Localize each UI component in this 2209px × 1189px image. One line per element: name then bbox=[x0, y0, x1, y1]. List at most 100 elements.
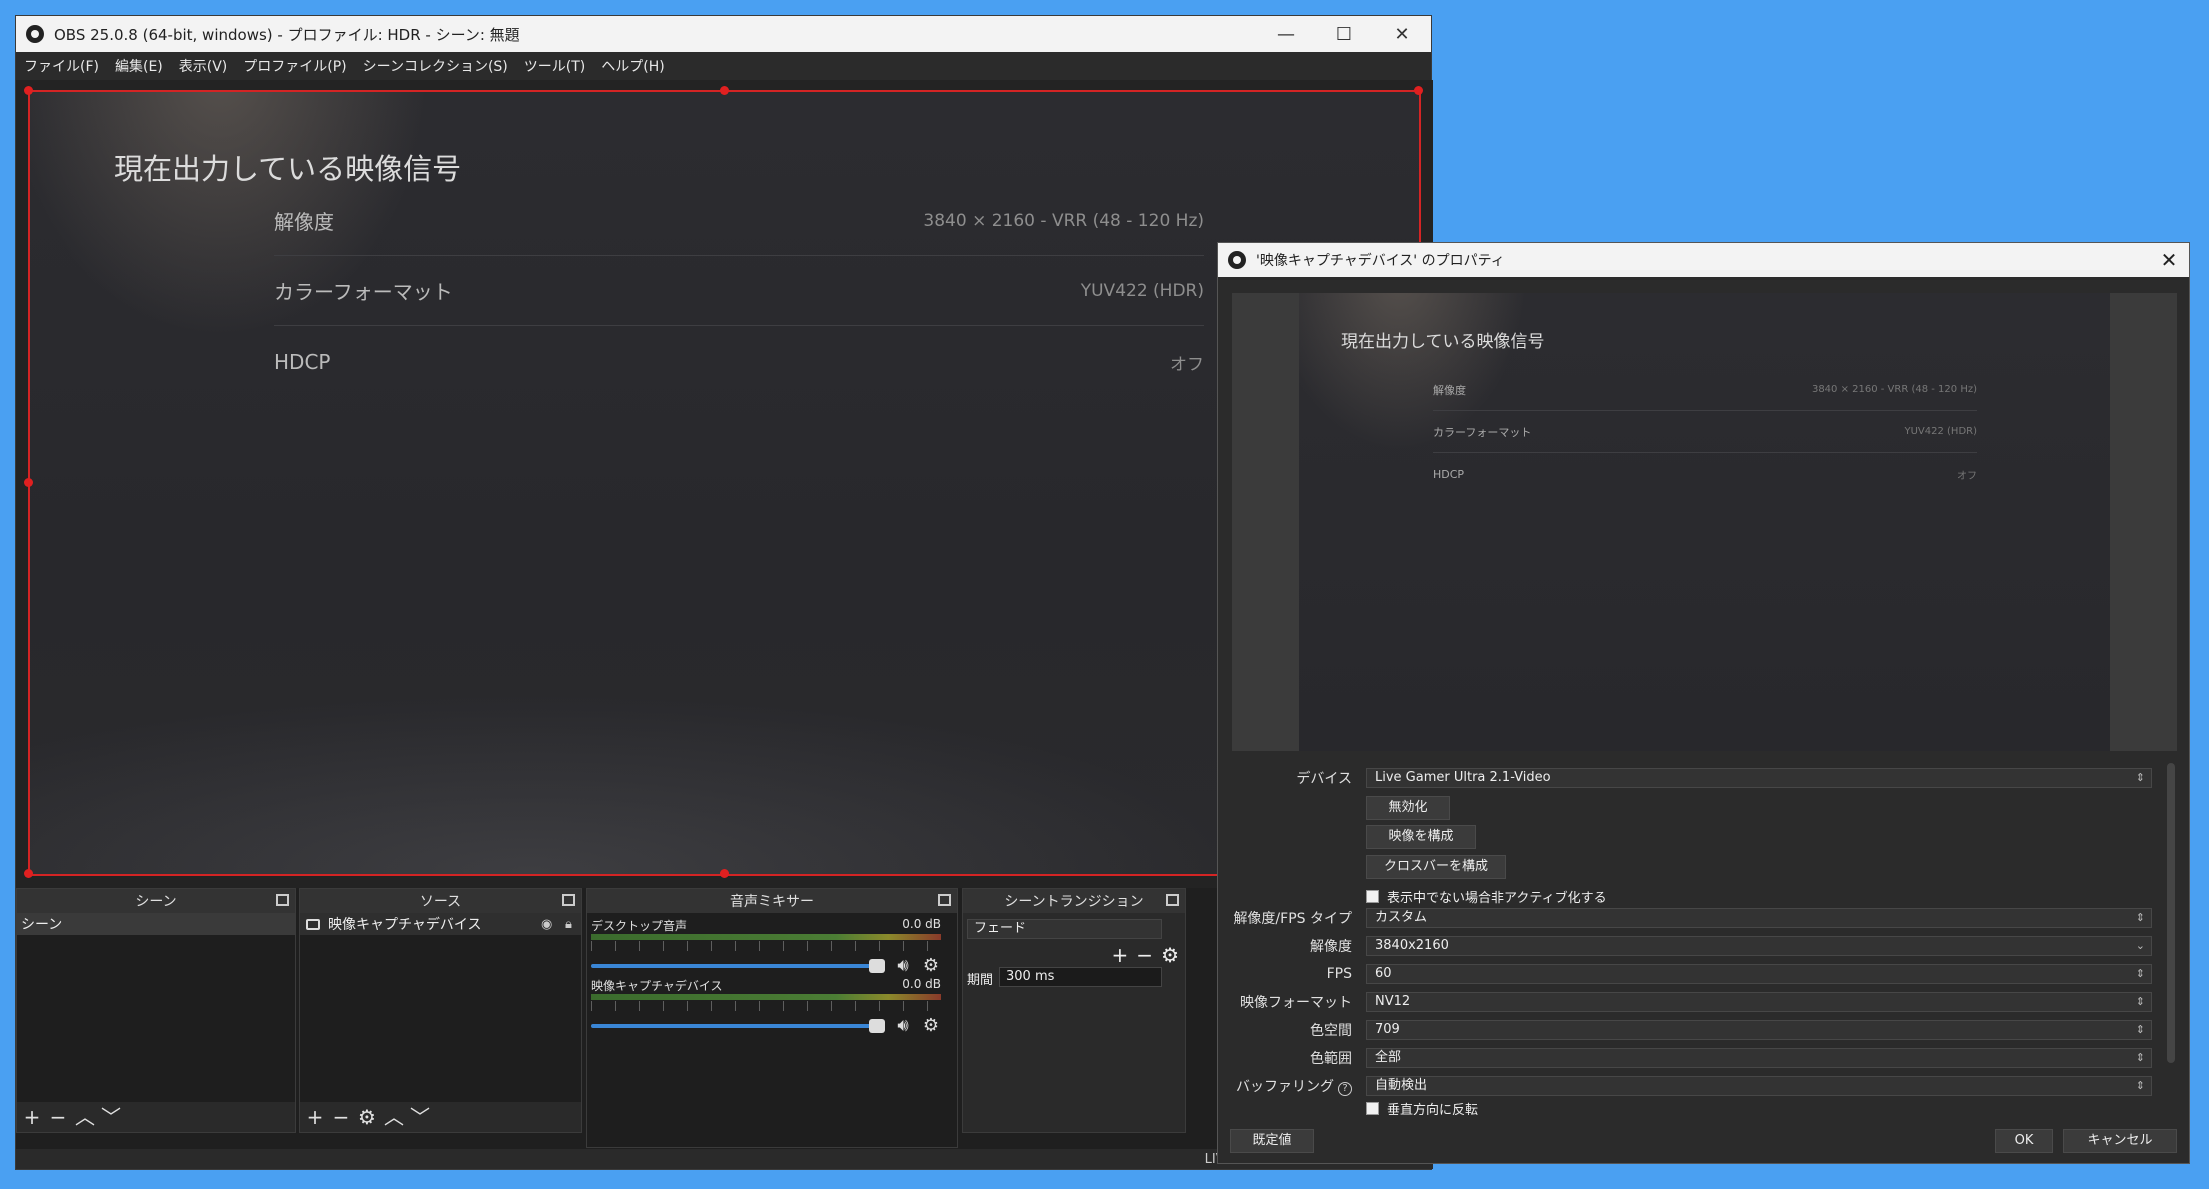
colorspace-value: 709 bbox=[1375, 1022, 1400, 1037]
remove-icon[interactable]: − bbox=[49, 1107, 67, 1127]
volume-slider[interactable] bbox=[591, 1018, 885, 1033]
preview-row-resolution: 解像度 3840 × 2160 - VRR (48 - 120 Hz) bbox=[1433, 369, 1977, 411]
row-label: カラーフォーマット bbox=[1433, 425, 1532, 439]
undock-icon[interactable] bbox=[562, 894, 575, 906]
res-type-label: 解像度/FPS タイプ bbox=[1233, 911, 1352, 927]
menu-profile[interactable]: プロファイル(P) bbox=[243, 56, 346, 76]
configure-video-button[interactable]: 映像を構成 bbox=[1366, 825, 1476, 849]
slider-knob[interactable] bbox=[869, 958, 885, 973]
properties-scrollbar[interactable] bbox=[2167, 763, 2175, 1063]
close-icon[interactable]: ✕ bbox=[2149, 248, 2189, 272]
undock-icon[interactable] bbox=[276, 894, 289, 906]
transitions-dock-header: シーントランジション bbox=[963, 889, 1185, 913]
scenes-dock: シーン シーン + − ︿ ﹀ bbox=[16, 888, 296, 1133]
visibility-eye-icon[interactable]: ◉ bbox=[541, 917, 557, 932]
move-up-icon[interactable]: ︿ bbox=[384, 1107, 404, 1127]
fps-row: FPS 60 ⇕ bbox=[1218, 963, 2168, 985]
resolution-value: 3840x2160 bbox=[1375, 938, 1449, 953]
gear-icon[interactable]: ⚙ bbox=[358, 1107, 376, 1127]
resize-handle[interactable] bbox=[24, 478, 33, 487]
menu-view[interactable]: 表示(V) bbox=[179, 56, 228, 76]
help-icon[interactable]: ? bbox=[1338, 1082, 1352, 1096]
channel-name: 映像キャプチャデバイス bbox=[591, 979, 723, 993]
gear-icon[interactable]: ⚙ bbox=[921, 1015, 941, 1036]
row-label: カラーフォーマット bbox=[274, 280, 453, 304]
resize-handle[interactable] bbox=[24, 86, 33, 95]
menu-help[interactable]: ヘルプ(H) bbox=[601, 56, 664, 76]
device-select[interactable]: Live Gamer Ultra 2.1-Video ⇕ bbox=[1366, 768, 2152, 788]
add-icon[interactable]: + bbox=[1112, 943, 1129, 967]
transition-select[interactable]: フェード bbox=[967, 919, 1162, 939]
undock-icon[interactable] bbox=[938, 894, 951, 906]
deactivate-checkbox[interactable] bbox=[1366, 890, 1379, 903]
add-icon[interactable]: + bbox=[306, 1107, 324, 1127]
volume-meter bbox=[591, 934, 941, 940]
undock-icon[interactable] bbox=[1166, 894, 1179, 906]
move-down-icon[interactable]: ﹀ bbox=[101, 1107, 121, 1127]
fps-select[interactable]: 60 ⇕ bbox=[1366, 964, 2152, 984]
lock-icon[interactable]: 🔒︎ bbox=[565, 917, 581, 932]
preview-row-resolution: 解像度 3840 × 2160 - VRR (48 - 120 Hz) bbox=[274, 186, 1204, 256]
properties-dialog: '映像キャプチャデバイス' のプロパティ ✕ 現在出力している映像信号 解像度 … bbox=[1217, 242, 2190, 1164]
scenes-list[interactable]: シーン bbox=[17, 913, 295, 1102]
resize-handle[interactable] bbox=[1414, 86, 1423, 95]
scene-item[interactable]: シーン bbox=[17, 913, 295, 935]
volume-slider[interactable] bbox=[591, 958, 885, 973]
source-name: 映像キャプチャデバイス bbox=[328, 917, 482, 933]
speaker-icon[interactable]: 🔊︎ bbox=[893, 1015, 913, 1036]
ok-button[interactable]: OK bbox=[1995, 1129, 2053, 1153]
colorspace-select[interactable]: 709 ⇕ bbox=[1366, 1020, 2152, 1040]
sources-toolbar: + − ⚙ ︿ ﹀ bbox=[300, 1102, 581, 1132]
remove-icon[interactable]: − bbox=[1136, 943, 1153, 967]
resolution-select[interactable]: 3840x2160 ⌄ bbox=[1366, 936, 2152, 956]
format-select[interactable]: NV12 ⇕ bbox=[1366, 992, 2152, 1012]
slider-knob[interactable] bbox=[869, 1018, 885, 1033]
menu-scene-collection[interactable]: シーンコレクション(S) bbox=[363, 56, 508, 76]
maximize-icon[interactable]: ☐ bbox=[1315, 16, 1373, 52]
dock-title: シーントランジション bbox=[1004, 894, 1144, 910]
resize-handle[interactable] bbox=[24, 869, 33, 878]
gear-icon[interactable]: ⚙ bbox=[1161, 943, 1179, 967]
sources-list[interactable]: 映像キャプチャデバイス ◉ 🔒︎ bbox=[300, 913, 581, 1102]
cancel-button[interactable]: キャンセル bbox=[2063, 1129, 2177, 1153]
gear-icon[interactable]: ⚙ bbox=[921, 955, 941, 976]
spin-icon: ⇕ bbox=[2135, 1079, 2145, 1092]
obs-titlebar[interactable]: OBS 25.0.8 (64-bit, windows) - プロファイル: H… bbox=[16, 16, 1431, 52]
menu-tools[interactable]: ツール(T) bbox=[524, 56, 585, 76]
minimize-icon[interactable]: — bbox=[1257, 16, 1315, 52]
source-preview[interactable]: 現在出力している映像信号 解像度 3840 × 2160 - VRR (48 -… bbox=[24, 86, 1423, 878]
remove-icon[interactable]: − bbox=[332, 1107, 350, 1127]
close-icon[interactable]: ✕ bbox=[1373, 16, 1431, 52]
mixer-body: デスクトップ音声 0.0 dB 🔊︎ ⚙ 映像キャプチャデバイス 0.0 dB bbox=[587, 913, 957, 1147]
res-type-select[interactable]: カスタム ⇕ bbox=[1366, 908, 2152, 928]
preview-heading: 現在出力している映像信号 bbox=[1341, 332, 1545, 352]
camera-icon bbox=[306, 918, 320, 930]
defaults-button[interactable]: 既定値 bbox=[1230, 1129, 1314, 1153]
disable-button[interactable]: 無効化 bbox=[1366, 796, 1450, 820]
resize-handle[interactable] bbox=[720, 86, 729, 95]
format-label: 映像フォーマット bbox=[1240, 995, 1352, 1011]
row-value: 3840 × 2160 - VRR (48 - 120 Hz) bbox=[1811, 384, 1977, 395]
row-value: オフ bbox=[1170, 354, 1204, 375]
properties-titlebar[interactable]: '映像キャプチャデバイス' のプロパティ ✕ bbox=[1218, 243, 2189, 277]
duration-input[interactable]: 300 ms bbox=[999, 967, 1162, 987]
move-up-icon[interactable]: ︿ bbox=[75, 1107, 95, 1127]
speaker-icon[interactable]: 🔊︎ bbox=[893, 955, 913, 976]
range-select[interactable]: 全部 ⇕ bbox=[1366, 1048, 2152, 1068]
flip-checkbox[interactable] bbox=[1366, 1101, 1379, 1115]
row-label: 解像度 bbox=[1433, 383, 1466, 397]
spin-icon: ⇕ bbox=[2135, 771, 2145, 784]
menu-edit[interactable]: 編集(E) bbox=[115, 56, 163, 76]
buffering-select[interactable]: 自動検出 ⇕ bbox=[1366, 1076, 2152, 1096]
flip-checkbox-row[interactable]: 垂直方向に反転 bbox=[1366, 1101, 1478, 1115]
buffering-label-wrap: バッファリング? bbox=[1218, 1076, 1360, 1096]
row-value: オフ bbox=[1957, 470, 1977, 482]
deactivate-checkbox-row[interactable]: 表示中でない場合非アクティブ化する bbox=[1366, 887, 1607, 906]
source-item[interactable]: 映像キャプチャデバイス ◉ 🔒︎ bbox=[300, 913, 581, 935]
menu-file[interactable]: ファイル(F) bbox=[24, 56, 99, 76]
configure-crossbar-button[interactable]: クロスバーを構成 bbox=[1366, 855, 1506, 879]
add-icon[interactable]: + bbox=[23, 1107, 41, 1127]
resize-handle[interactable] bbox=[720, 869, 729, 878]
move-down-icon[interactable]: ﹀ bbox=[410, 1107, 430, 1127]
volume-meter bbox=[591, 994, 941, 1000]
